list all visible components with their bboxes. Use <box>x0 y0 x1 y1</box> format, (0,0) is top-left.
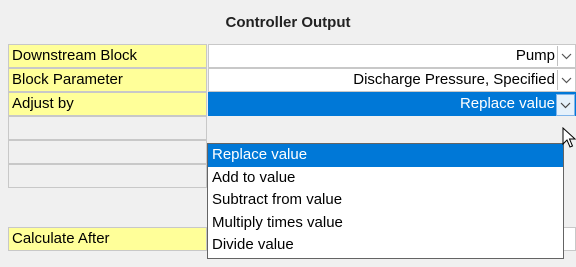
adjust-by-dropdown-list[interactable]: Replace value Add to value Subtract from… <box>207 143 564 259</box>
block-parameter-combobox[interactable]: Discharge Pressure, Specified <box>208 68 576 92</box>
chevron-down-icon[interactable] <box>557 46 575 66</box>
row-block-parameter: Block Parameter Discharge Pressure, Spec… <box>8 68 576 92</box>
row-empty-1 <box>8 116 576 140</box>
chevron-down-icon[interactable] <box>557 70 575 90</box>
mouse-pointer-icon <box>562 127 576 148</box>
adjust-by-combobox[interactable]: Replace value <box>208 92 576 116</box>
controller-output-panel: Controller Output Downstream Block Pump … <box>0 0 576 267</box>
row-downstream-block: Downstream Block Pump <box>8 44 576 68</box>
chevron-down-icon[interactable] <box>556 94 575 116</box>
downstream-block-combobox[interactable]: Pump <box>208 44 576 68</box>
option-subtract-from-value[interactable]: Subtract from value <box>208 189 563 212</box>
downstream-block-value: Pump <box>515 47 555 64</box>
calculate-after-label: Calculate After <box>8 227 207 251</box>
downstream-block-label: Downstream Block <box>8 44 207 68</box>
empty-label <box>8 164 207 188</box>
adjust-by-label: Adjust by <box>8 92 207 116</box>
option-replace-value[interactable]: Replace value <box>208 144 563 167</box>
block-parameter-value: Discharge Pressure, Specified <box>353 71 555 88</box>
option-multiply-times-value[interactable]: Multiply times value <box>208 212 563 235</box>
option-add-to-value[interactable]: Add to value <box>208 167 563 190</box>
adjust-by-value: Replace value <box>459 95 555 112</box>
empty-label <box>8 116 207 140</box>
panel-title: Controller Output <box>225 13 351 31</box>
block-parameter-label: Block Parameter <box>8 68 207 92</box>
option-divide-value[interactable]: Divide value <box>208 234 563 257</box>
empty-label <box>8 140 207 164</box>
row-adjust-by: Adjust by Replace value <box>8 92 576 116</box>
